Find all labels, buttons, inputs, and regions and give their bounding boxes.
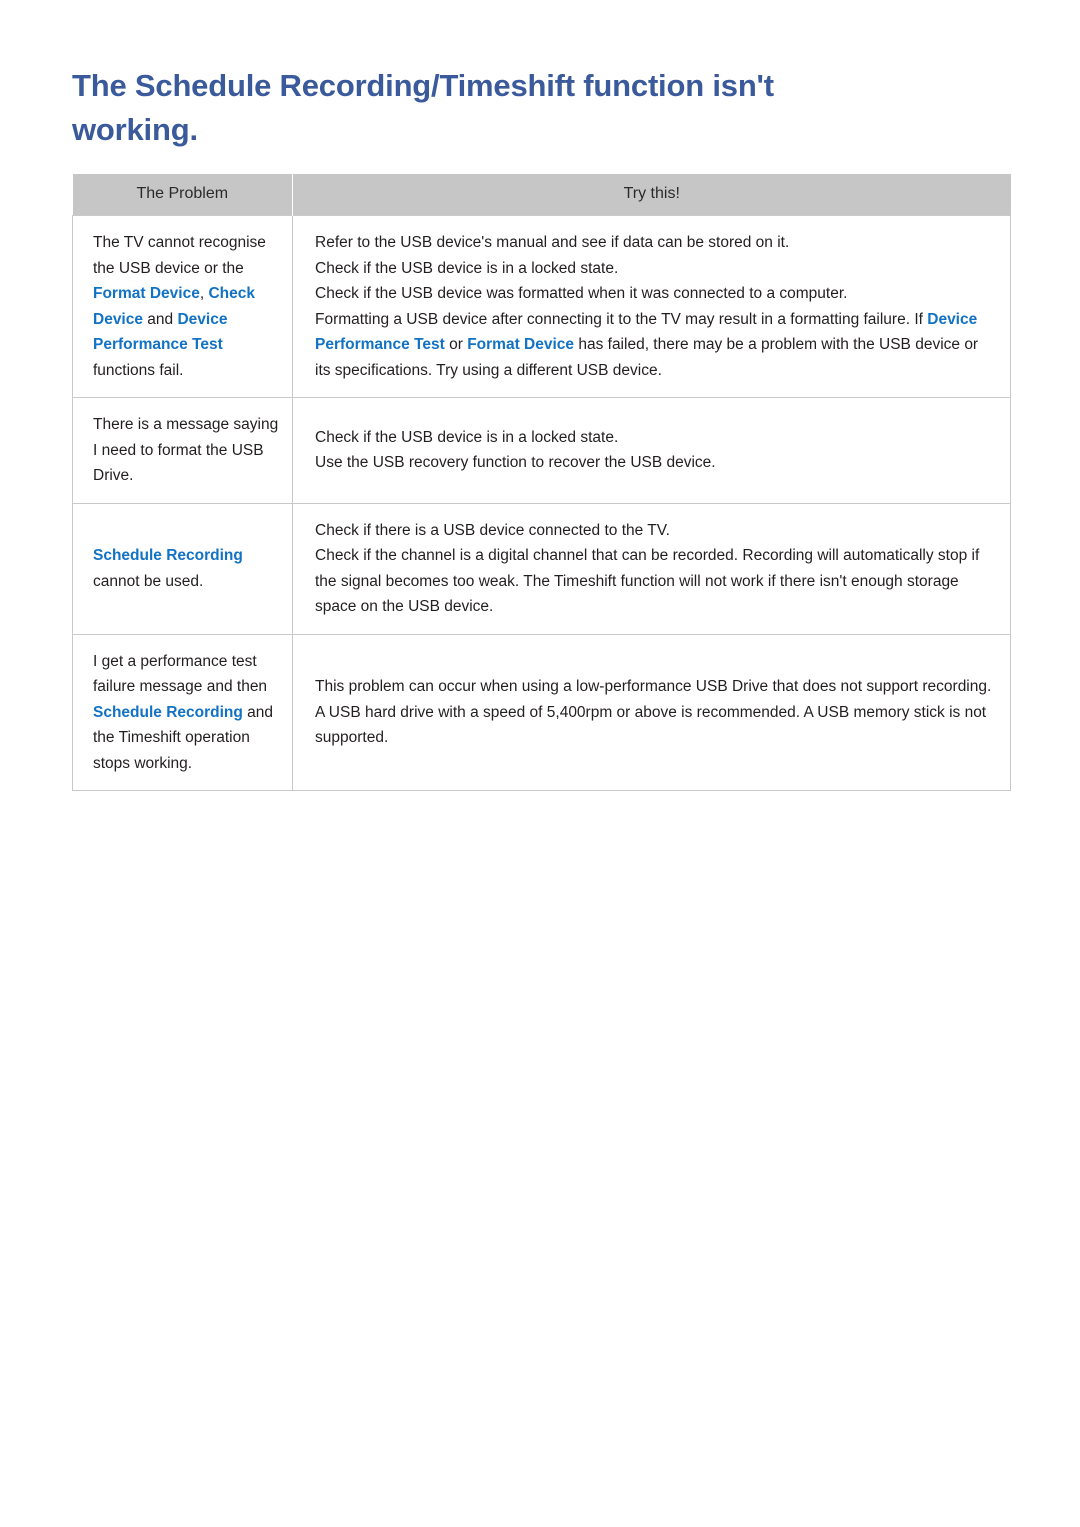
cell-line: Check if the USB device is in a locked s…: [315, 425, 996, 451]
cell-problem: There is a message saying I need to form…: [72, 397, 293, 504]
cell-try-this: Refer to the USB device's manual and see…: [292, 215, 1011, 398]
table-row: There is a message saying I need to form…: [72, 397, 1011, 504]
highlighted-term[interactable]: Format Device: [467, 336, 574, 353]
table-row: Schedule Recording cannot be used. Check …: [72, 502, 1011, 635]
text-segment: Check if the USB device was formatted wh…: [315, 285, 848, 302]
column-header-try-this: Try this!: [292, 174, 1011, 216]
cell-line: Refer to the USB device's manual and see…: [315, 230, 996, 256]
text-segment: Check if there is a USB device connected…: [315, 521, 670, 539]
cell-problem: I get a performance test failure message…: [72, 633, 293, 791]
cell-problem: The TV cannot recognise the USB device o…: [72, 215, 293, 398]
cell-line: Formatting a USB device after connecting…: [315, 307, 996, 384]
cell-try-this: This problem can occur when using a low-…: [292, 633, 1011, 791]
cell-try-this: Check if the USB device is in a locked s…: [292, 397, 1011, 504]
cell-line: Use the USB recovery function to recover…: [315, 450, 996, 476]
text-segment: This problem can occur when using a low-…: [315, 678, 992, 746]
text-segment: The TV cannot recognise the USB device o…: [93, 234, 266, 277]
page-title: The Schedule Recording/Timeshift functio…: [72, 68, 774, 147]
text-segment: Check if the USB device is in a locked s…: [315, 428, 619, 446]
text-segment: Check if the USB device is in a locked s…: [315, 259, 619, 277]
text-segment: and: [142, 310, 178, 328]
text-segment: Refer to the USB device's manual and see…: [315, 234, 790, 251]
cell-problem: Schedule Recording cannot be used.: [72, 502, 293, 635]
highlighted-term[interactable]: Schedule Recording: [93, 704, 243, 721]
table-header-row: The Problem Try this!: [72, 174, 1011, 216]
document-page: The Schedule Recording/Timeshift functio…: [0, 0, 1080, 1527]
text-segment: Use the USB recovery function to recover…: [315, 454, 716, 472]
table-header: The Problem Try this!: [72, 174, 1011, 216]
troubleshooting-table: The Problem Try this! The TV cannot reco…: [72, 174, 1011, 791]
text-segment: or: [444, 336, 468, 353]
table-row: I get a performance test failure message…: [72, 633, 1011, 791]
text-segment: I get a performance test failure message…: [93, 652, 268, 696]
cell-line: This problem can occur when using a low-…: [315, 674, 996, 751]
text-segment: Check if the channel is a digital channe…: [315, 547, 980, 615]
table-row: The TV cannot recognise the USB device o…: [72, 215, 1011, 398]
cell-try-this: Check if there is a USB device connected…: [292, 502, 1011, 635]
text-segment: Formatting a USB device after connecting…: [315, 310, 928, 328]
text-segment: cannot be used.: [93, 572, 204, 590]
highlighted-term[interactable]: Schedule Recording: [93, 547, 243, 564]
cell-line: Check if the USB device was formatted wh…: [315, 281, 996, 307]
highlighted-term[interactable]: Format Device: [93, 285, 200, 302]
cell-line: Check if the USB device is in a locked s…: [315, 256, 996, 282]
column-header-problem: The Problem: [72, 174, 293, 216]
cell-line: Check if the channel is a digital channe…: [315, 543, 996, 620]
table-body: The TV cannot recognise the USB device o…: [72, 215, 1011, 791]
text-segment: There is a message saying I need to form…: [93, 416, 279, 484]
cell-line: Check if there is a USB device connected…: [315, 518, 996, 544]
text-segment: functions fail.: [93, 361, 184, 379]
page-content: The Schedule Recording/Timeshift functio…: [72, 64, 1011, 791]
